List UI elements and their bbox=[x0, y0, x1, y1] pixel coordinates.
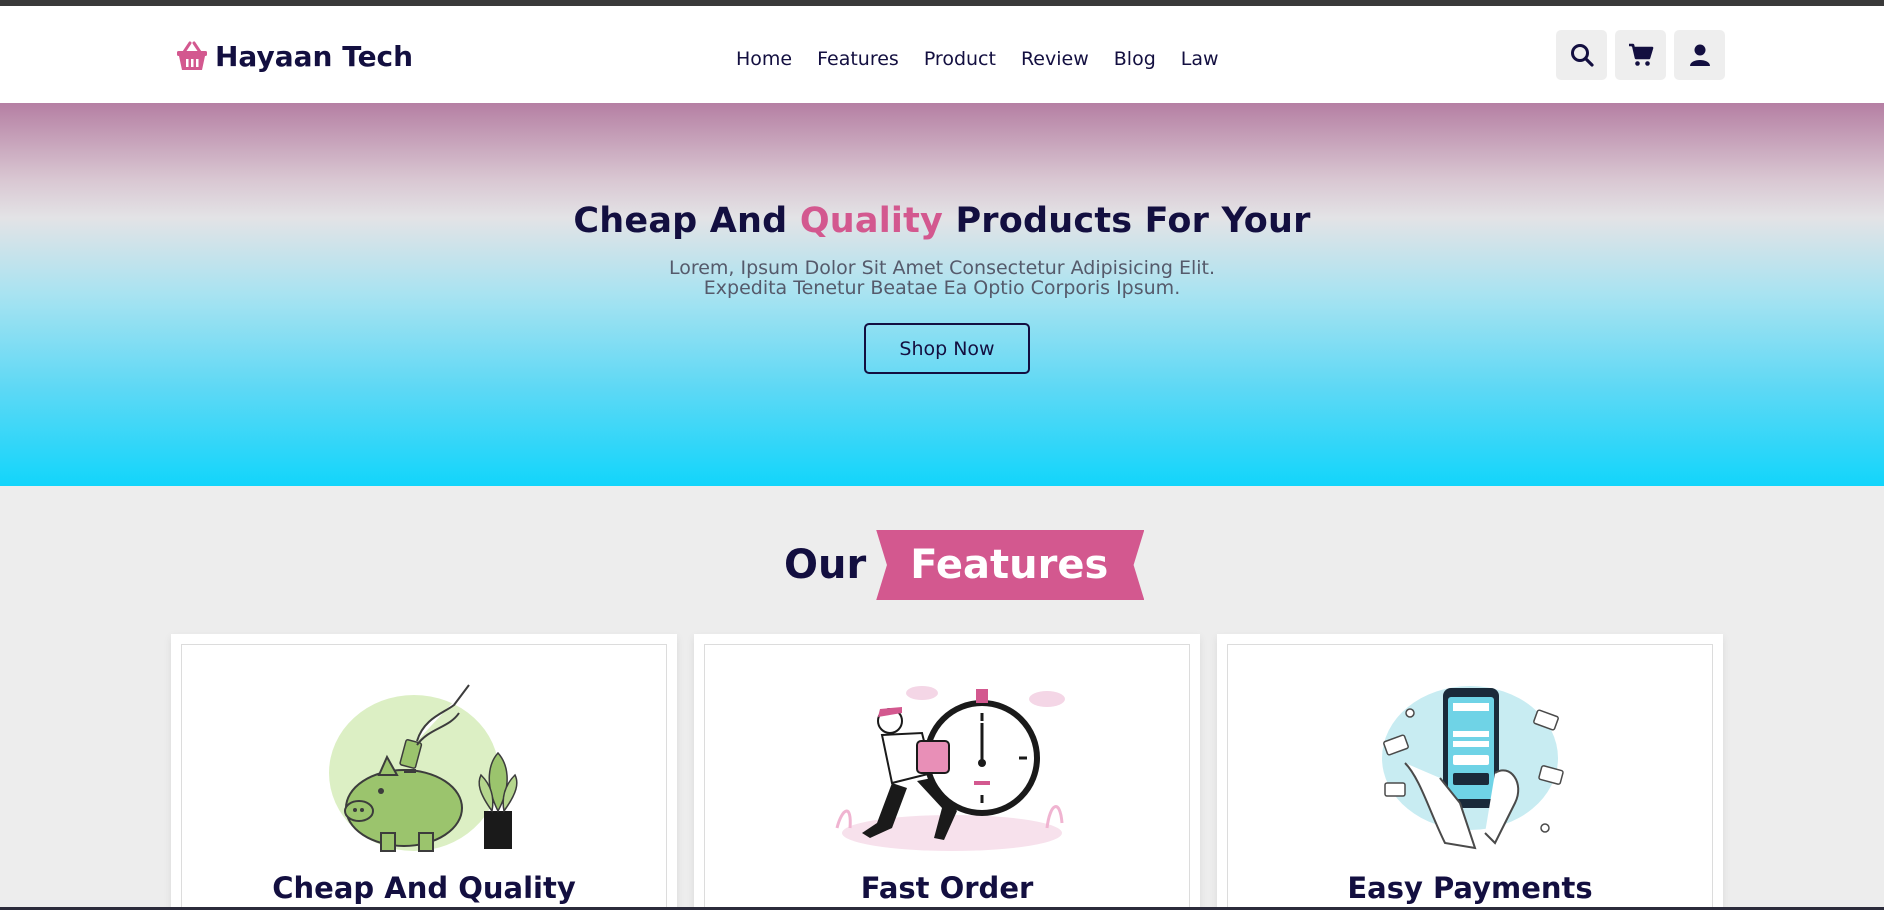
cart-icon bbox=[1628, 43, 1653, 66]
nav-product[interactable]: Product bbox=[924, 48, 996, 70]
header-icons bbox=[1556, 30, 1725, 80]
hero-title-post: Products For Your bbox=[943, 201, 1311, 241]
hero-section: Cheap And Quality Products For Your Lore… bbox=[0, 103, 1884, 486]
feature-card: Cheap And Quality bbox=[171, 634, 677, 910]
feature-card-title: Fast Order bbox=[860, 871, 1034, 905]
feature-card: Fast Order bbox=[694, 634, 1200, 910]
search-button[interactable] bbox=[1556, 30, 1607, 80]
feature-card-title: Cheap And Quality bbox=[272, 871, 576, 905]
nav-blog[interactable]: Blog bbox=[1114, 48, 1156, 70]
hero-title-accent: Quality bbox=[799, 201, 944, 241]
shop-now-button[interactable]: Shop Now bbox=[864, 323, 1030, 374]
main-nav: Home Features Product Review Blog Law bbox=[736, 42, 1219, 76]
feature-card: Easy Payments bbox=[1217, 634, 1723, 910]
delivery-clock-illustration bbox=[835, 686, 1065, 851]
phone-payment-illustration bbox=[1382, 686, 1564, 850]
nav-law[interactable]: Law bbox=[1181, 48, 1219, 70]
logo-text: Hayaan Tech bbox=[215, 39, 414, 73]
logo-link[interactable]: Hayaan Tech bbox=[175, 36, 413, 76]
nav-review[interactable]: Review bbox=[1021, 48, 1089, 70]
feature-card-title: Easy Payments bbox=[1347, 871, 1593, 905]
basket-icon bbox=[177, 41, 207, 70]
hero-title: Cheap And Quality Products For Your bbox=[0, 201, 1884, 241]
site-header: Hayaan Tech Home Features Product Review… bbox=[0, 6, 1884, 103]
cart-button[interactable] bbox=[1615, 30, 1666, 80]
features-heading-ribbon: Features bbox=[876, 530, 1145, 600]
feature-card-inner: Cheap And Quality bbox=[181, 644, 667, 910]
user-button[interactable] bbox=[1674, 30, 1725, 80]
feature-card-inner: Fast Order bbox=[704, 644, 1190, 910]
piggy-bank-illustration bbox=[329, 684, 518, 852]
features-cards: Cheap And Quality Fast Order Easy Paymen… bbox=[171, 634, 1723, 910]
search-icon bbox=[1570, 44, 1594, 67]
feature-card-inner: Easy Payments bbox=[1227, 644, 1713, 910]
hero-description: Lorem, Ipsum Dolor Sit Amet Consectetur … bbox=[668, 257, 1216, 299]
nav-home[interactable]: Home bbox=[736, 48, 792, 70]
user-icon bbox=[1689, 44, 1710, 66]
hero-title-pre: Cheap And bbox=[573, 201, 800, 241]
features-heading: Our Features bbox=[784, 530, 1145, 600]
features-heading-plain: Our bbox=[784, 542, 867, 588]
nav-features[interactable]: Features bbox=[817, 48, 899, 70]
